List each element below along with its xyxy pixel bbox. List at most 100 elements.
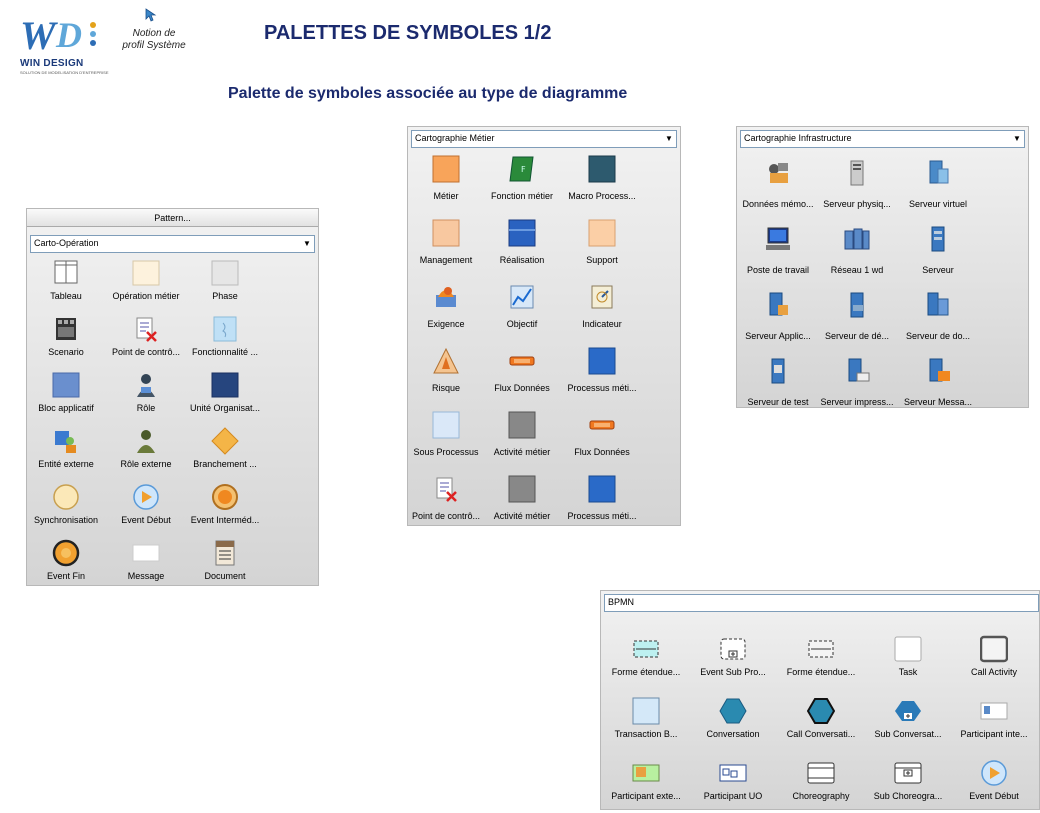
palette-item[interactable]: Choreography <box>777 759 865 805</box>
palette-item-label: Event Interméd... <box>190 515 260 525</box>
palette-item[interactable]: Event Interméd... <box>185 483 265 529</box>
palette-item[interactable]: Exigence <box>408 283 484 333</box>
palette-item[interactable]: Phase <box>185 259 265 305</box>
palette-item[interactable]: Management <box>408 219 484 269</box>
palette-item[interactable]: Fonctionnalité ... <box>185 315 265 361</box>
windesign-logo: W D WIN DESIGN SOLUTION DE MODELISATION … <box>18 12 108 76</box>
palette-item[interactable]: Participant exte... <box>601 759 691 805</box>
palette-item[interactable]: Sub Choreogra... <box>863 759 953 805</box>
palette-item[interactable]: Sous Processus <box>408 411 484 461</box>
palette-item[interactable]: Réalisation <box>484 219 560 269</box>
palette-item-label: Fonctionnalité ... <box>191 347 259 357</box>
palette-item[interactable]: Opération métier <box>107 259 185 305</box>
palette-item[interactable]: Call Conversati... <box>777 697 865 743</box>
palette-item[interactable]: Sub Conversat... <box>863 697 953 743</box>
palette-item[interactable]: F Fonction métier <box>484 155 560 205</box>
palette-item[interactable]: Serveur impress... <box>817 357 897 411</box>
virtual-server-icon <box>924 159 952 192</box>
event-intermediate-icon <box>211 483 239 516</box>
palette-item[interactable]: Serveur <box>897 225 979 279</box>
palette-item[interactable]: Flux Données <box>484 347 560 397</box>
palette-item[interactable]: Activité métier <box>484 411 560 461</box>
palette-item[interactable]: Serveur Applic... <box>737 291 819 345</box>
palette-item[interactable]: Document <box>185 539 265 585</box>
diagram-type-select[interactable]: BPMN <box>604 594 1039 612</box>
palette-item[interactable]: Event Fin <box>27 539 105 585</box>
palette-item[interactable]: Serveur de test <box>737 357 819 411</box>
chevron-down-icon[interactable]: ▼ <box>300 236 314 252</box>
business-process-icon <box>588 475 616 508</box>
palette-item-label: Exigence <box>427 319 465 329</box>
palette-item-label: Activité métier <box>493 511 551 521</box>
diagram-type-select[interactable]: Cartographie Métier ▼ <box>411 130 677 148</box>
palette-item[interactable]: Point de contrô... <box>107 315 185 361</box>
chevron-down-icon[interactable]: ▼ <box>662 131 676 147</box>
sync-icon <box>52 483 80 516</box>
palette-item[interactable]: Objectif <box>484 283 560 333</box>
palette-item[interactable]: Task <box>863 635 953 681</box>
palette-item-label: Choreography <box>792 791 850 801</box>
palette-item[interactable]: Macro Process... <box>560 155 644 205</box>
palette-item[interactable]: Indicateur <box>560 283 644 333</box>
palette-item-label: Sous Processus <box>413 447 479 457</box>
palette-item[interactable]: Support <box>560 219 644 269</box>
palette-item[interactable]: Risque <box>408 347 484 397</box>
palette-item[interactable]: Rôle externe <box>107 427 185 473</box>
palette-item[interactable]: Transaction B... <box>601 697 691 743</box>
palette-item[interactable]: Event Début <box>951 759 1037 805</box>
palette-item[interactable]: Forme étendue... <box>601 635 691 681</box>
palette-item[interactable]: Tableau <box>27 259 105 305</box>
palette-item-label: Conversation <box>706 729 760 739</box>
palette-item[interactable]: Données mémo... <box>737 159 819 213</box>
palette-item[interactable]: Forme étendue... <box>777 635 865 681</box>
palette-carto-operation: Pattern... Carto-Opération ▼ Tableau Opér… <box>26 208 319 586</box>
palette-item[interactable]: Processus méti... <box>560 347 644 397</box>
palette-item[interactable]: Branchement ... <box>185 427 265 473</box>
palette-item[interactable]: Poste de travail <box>737 225 819 279</box>
combo-value: Cartographie Métier <box>415 133 495 143</box>
palette-item[interactable]: Bloc applicatif <box>27 371 105 417</box>
palette-item[interactable]: Rôle <box>107 371 185 417</box>
scenario-icon <box>52 315 80 348</box>
palette-item[interactable]: Unité Organisat... <box>185 371 265 417</box>
notion-line1: Notion de <box>132 28 176 39</box>
palette-item-label: Support <box>586 255 618 265</box>
palette-item[interactable]: Serveur virtuel <box>897 159 979 213</box>
palette-item[interactable]: Participant UO <box>689 759 777 805</box>
sub-conversation-icon <box>894 697 922 730</box>
test-server-icon <box>764 357 792 390</box>
palette-item[interactable]: Serveur de dé... <box>817 291 897 345</box>
palette-item[interactable]: Entité externe <box>27 427 105 473</box>
palette-item-label: Processus méti... <box>567 511 637 521</box>
palette-item-label: Serveur de dé... <box>824 331 890 341</box>
diagram-type-select[interactable]: Cartographie Infrastructure ▼ <box>740 130 1025 148</box>
diagram-type-select[interactable]: Carto-Opération ▼ <box>30 235 315 253</box>
network-icon <box>843 225 871 258</box>
palette-item[interactable]: Message <box>107 539 185 585</box>
palette-item[interactable]: Synchronisation <box>27 483 105 529</box>
palette-item[interactable]: Event Début <box>107 483 185 529</box>
palette-item[interactable]: Event Sub Pro... <box>689 635 777 681</box>
palette-item[interactable]: Réseau 1 wd <box>817 225 897 279</box>
palette-item[interactable]: Flux Données <box>560 411 644 461</box>
palette-item[interactable]: Serveur de do... <box>897 291 979 345</box>
document-icon <box>211 539 239 572</box>
palette-item[interactable]: Serveur Messa... <box>897 357 979 411</box>
palette-item[interactable]: Processus méti... <box>560 475 644 525</box>
palette-item[interactable]: Conversation <box>689 697 777 743</box>
palette-item[interactable]: Scenario <box>27 315 105 361</box>
realisation-icon <box>508 219 536 252</box>
transaction-icon <box>632 697 660 730</box>
palette-item[interactable]: Participant inte... <box>951 697 1037 743</box>
palette-item-label: Forme étendue... <box>611 667 681 677</box>
pattern-header[interactable]: Pattern... <box>27 209 318 227</box>
palette-item-label: Réalisation <box>499 255 545 265</box>
palette-item-label: Participant UO <box>703 791 763 801</box>
palette-item[interactable]: Activité métier <box>484 475 560 525</box>
extended-shape-icon <box>632 635 660 668</box>
chevron-down-icon[interactable]: ▼ <box>1010 131 1024 147</box>
palette-item[interactable]: Serveur physiq... <box>817 159 897 213</box>
palette-item[interactable]: Point de contrô... <box>408 475 484 525</box>
palette-item[interactable]: Métier <box>408 155 484 205</box>
palette-item[interactable]: Call Activity <box>951 635 1037 681</box>
